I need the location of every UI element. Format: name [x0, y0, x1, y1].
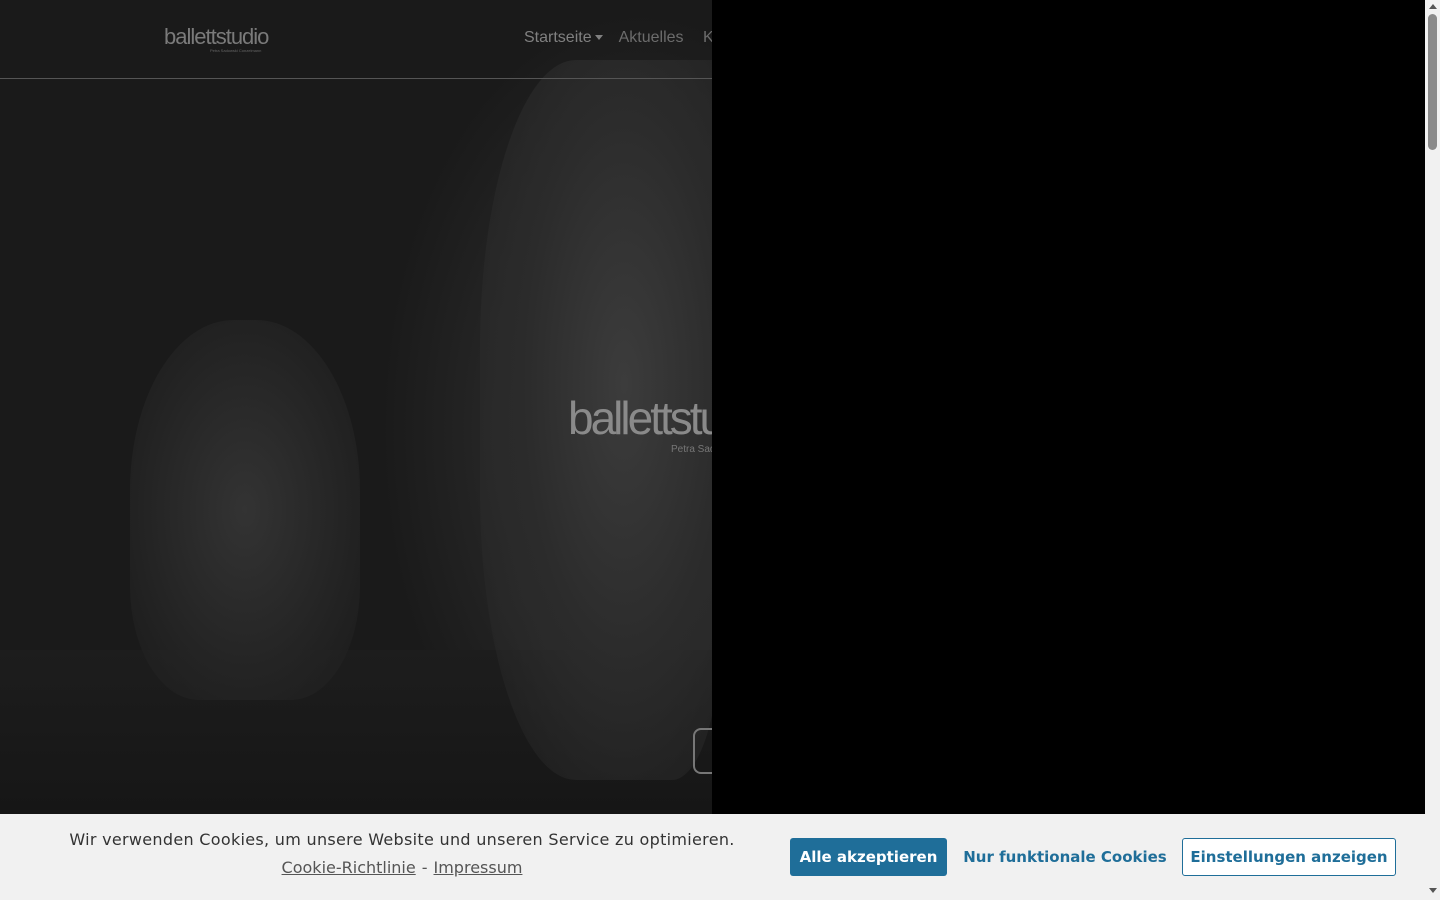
- site-logo-subtitle: Petra Sadowski Conzelmann: [210, 48, 262, 53]
- scroll-up-arrow-icon[interactable]: [1429, 4, 1437, 9]
- site-header: ballettstudio Petra Sadowski Conzelmann …: [0, 0, 712, 79]
- site-logo-text: ballettstudio: [164, 24, 269, 49]
- hero-cta-button[interactable]: [693, 728, 712, 774]
- scrollbar-thumb[interactable]: [1428, 14, 1437, 150]
- hero-logo: ballettstu Petra Sad: [568, 392, 712, 462]
- hero-image-dancer-left: [130, 320, 360, 700]
- main-nav: Startseite Aktuelles: [524, 28, 684, 48]
- nav-item-clipped[interactable]: K: [703, 28, 712, 48]
- site-logo[interactable]: ballettstudio Petra Sadowski Conzelmann: [164, 24, 269, 56]
- cookie-message: Wir verwenden Cookies, um unsere Website…: [69, 830, 735, 849]
- show-settings-button[interactable]: Einstellungen anzeigen: [1182, 838, 1396, 876]
- nav-item-aktuelles[interactable]: Aktuelles: [619, 28, 684, 48]
- hero-logo-subtitle: Petra Sad: [671, 444, 712, 455]
- cookie-policy-link[interactable]: Cookie-Richtlinie: [282, 858, 416, 877]
- scroll-down-arrow-icon[interactable]: [1429, 888, 1437, 893]
- link-separator: -: [421, 858, 428, 877]
- accept-all-button[interactable]: Alle akzeptieren: [790, 838, 947, 876]
- imprint-link[interactable]: Impressum: [434, 858, 523, 877]
- nav-item-label: Startseite: [524, 29, 592, 46]
- page-scrollbar[interactable]: [1425, 0, 1440, 900]
- functional-cookies-button[interactable]: Nur funktionale Cookies: [955, 838, 1175, 876]
- chevron-down-icon: [594, 35, 603, 41]
- hero-section: ballettstudio Petra Sadowski Conzelmann …: [0, 0, 712, 814]
- cookie-links: Cookie-Richtlinie - Impressum: [60, 858, 744, 877]
- cookie-banner: Wir verwenden Cookies, um unsere Website…: [0, 814, 1425, 900]
- nav-item-startseite[interactable]: Startseite: [524, 28, 603, 48]
- hero-logo-text: ballettstu: [568, 392, 712, 444]
